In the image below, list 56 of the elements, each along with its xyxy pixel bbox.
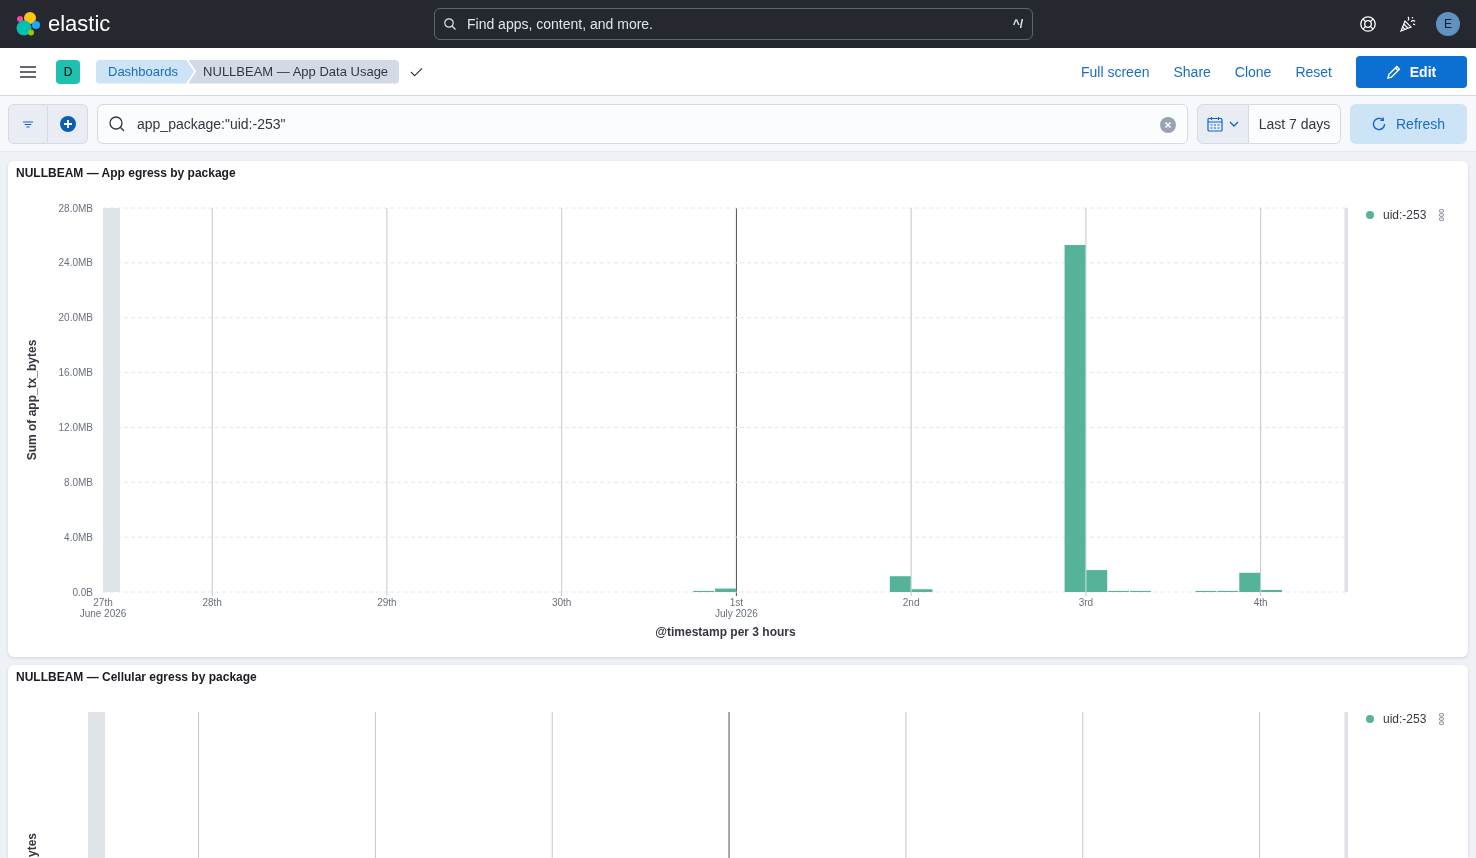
panel-title: NULLBEAM — Cellular egress by package [16, 669, 257, 684]
refresh-button[interactable]: Refresh [1350, 104, 1467, 144]
y-axis-label: 16.0MB [58, 367, 93, 379]
breadcrumb[interactable]: NULLBEAM — App Data Usage [188, 59, 400, 84]
y-axis-label: 20.0MB [58, 312, 93, 324]
calendar-icon [1207, 116, 1223, 132]
toolbar-link[interactable]: Share [1173, 62, 1211, 81]
chevron-down-icon [1229, 121, 1239, 127]
x-axis-title: @timestamp per 3 hours [655, 625, 796, 639]
refresh-icon [1372, 117, 1386, 131]
search-icon [109, 116, 125, 132]
y-axis-label: 24.0MB [58, 257, 93, 269]
pencil-icon [1386, 64, 1401, 79]
y-axis-label: 28.0MB [58, 202, 93, 214]
month-label: July 2026 [715, 607, 758, 619]
date-range-button[interactable]: Last 7 days [1249, 104, 1341, 144]
legend-label[interactable]: uid:-253 [1383, 712, 1427, 726]
clear-icon[interactable] [1160, 117, 1176, 133]
x-axis-label: 1st [729, 597, 744, 608]
month-label: June 2026 [79, 607, 127, 619]
search-icon [444, 18, 456, 30]
breadcrumb[interactable]: Dashboards [96, 59, 195, 84]
toolbar-link[interactable]: Reset [1295, 62, 1332, 81]
x-axis-label: 3rd [1078, 597, 1094, 608]
filter-icon [23, 120, 33, 128]
x-axis-label: 30th [551, 597, 572, 608]
check-icon[interactable] [410, 66, 424, 77]
keyboard-shortcut: ^/ [1012, 17, 1023, 31]
logo-icon[interactable] [16, 12, 40, 36]
logo-text[interactable]: elastic [48, 11, 111, 37]
menu-icon[interactable] [20, 65, 36, 78]
plus-circle-icon [59, 116, 76, 132]
user-avatar[interactable]: E [1436, 12, 1460, 36]
y-axis-title: Sum of app_tx_bytes [25, 339, 39, 461]
x-axis-label: 27th [93, 597, 113, 608]
legend-label[interactable]: uid:-253 [1383, 208, 1427, 222]
kebab-menu-icon[interactable] [1439, 209, 1445, 221]
y-axis-title: ytes [25, 832, 39, 857]
edit-button[interactable]: Edit [1356, 55, 1467, 88]
x-axis-label: 28th [202, 597, 222, 608]
x-axis-label: 2nd [902, 597, 920, 608]
add-filter-button[interactable] [48, 104, 88, 144]
x-axis-label: 4th [1253, 597, 1268, 608]
y-axis-label: 0.0B [72, 586, 93, 598]
panel-title: NULLBEAM — App egress by package [16, 165, 236, 180]
query-field[interactable]: app_package:"uid:-253" [97, 104, 1188, 144]
help-icon[interactable] [1360, 16, 1376, 32]
party-popper-icon[interactable] [1400, 16, 1416, 32]
kebab-menu-icon[interactable] [1439, 713, 1445, 725]
toolbar-link[interactable]: Full screen [1081, 62, 1150, 81]
space-avatar[interactable]: D [56, 59, 80, 84]
y-axis-label: 8.0MB [64, 476, 93, 488]
toolbar-link[interactable]: Clone [1234, 62, 1272, 81]
y-axis-label: 4.0MB [64, 531, 93, 543]
x-axis-label: 29th [377, 597, 397, 608]
y-axis-label: 12.0MB [58, 421, 93, 433]
